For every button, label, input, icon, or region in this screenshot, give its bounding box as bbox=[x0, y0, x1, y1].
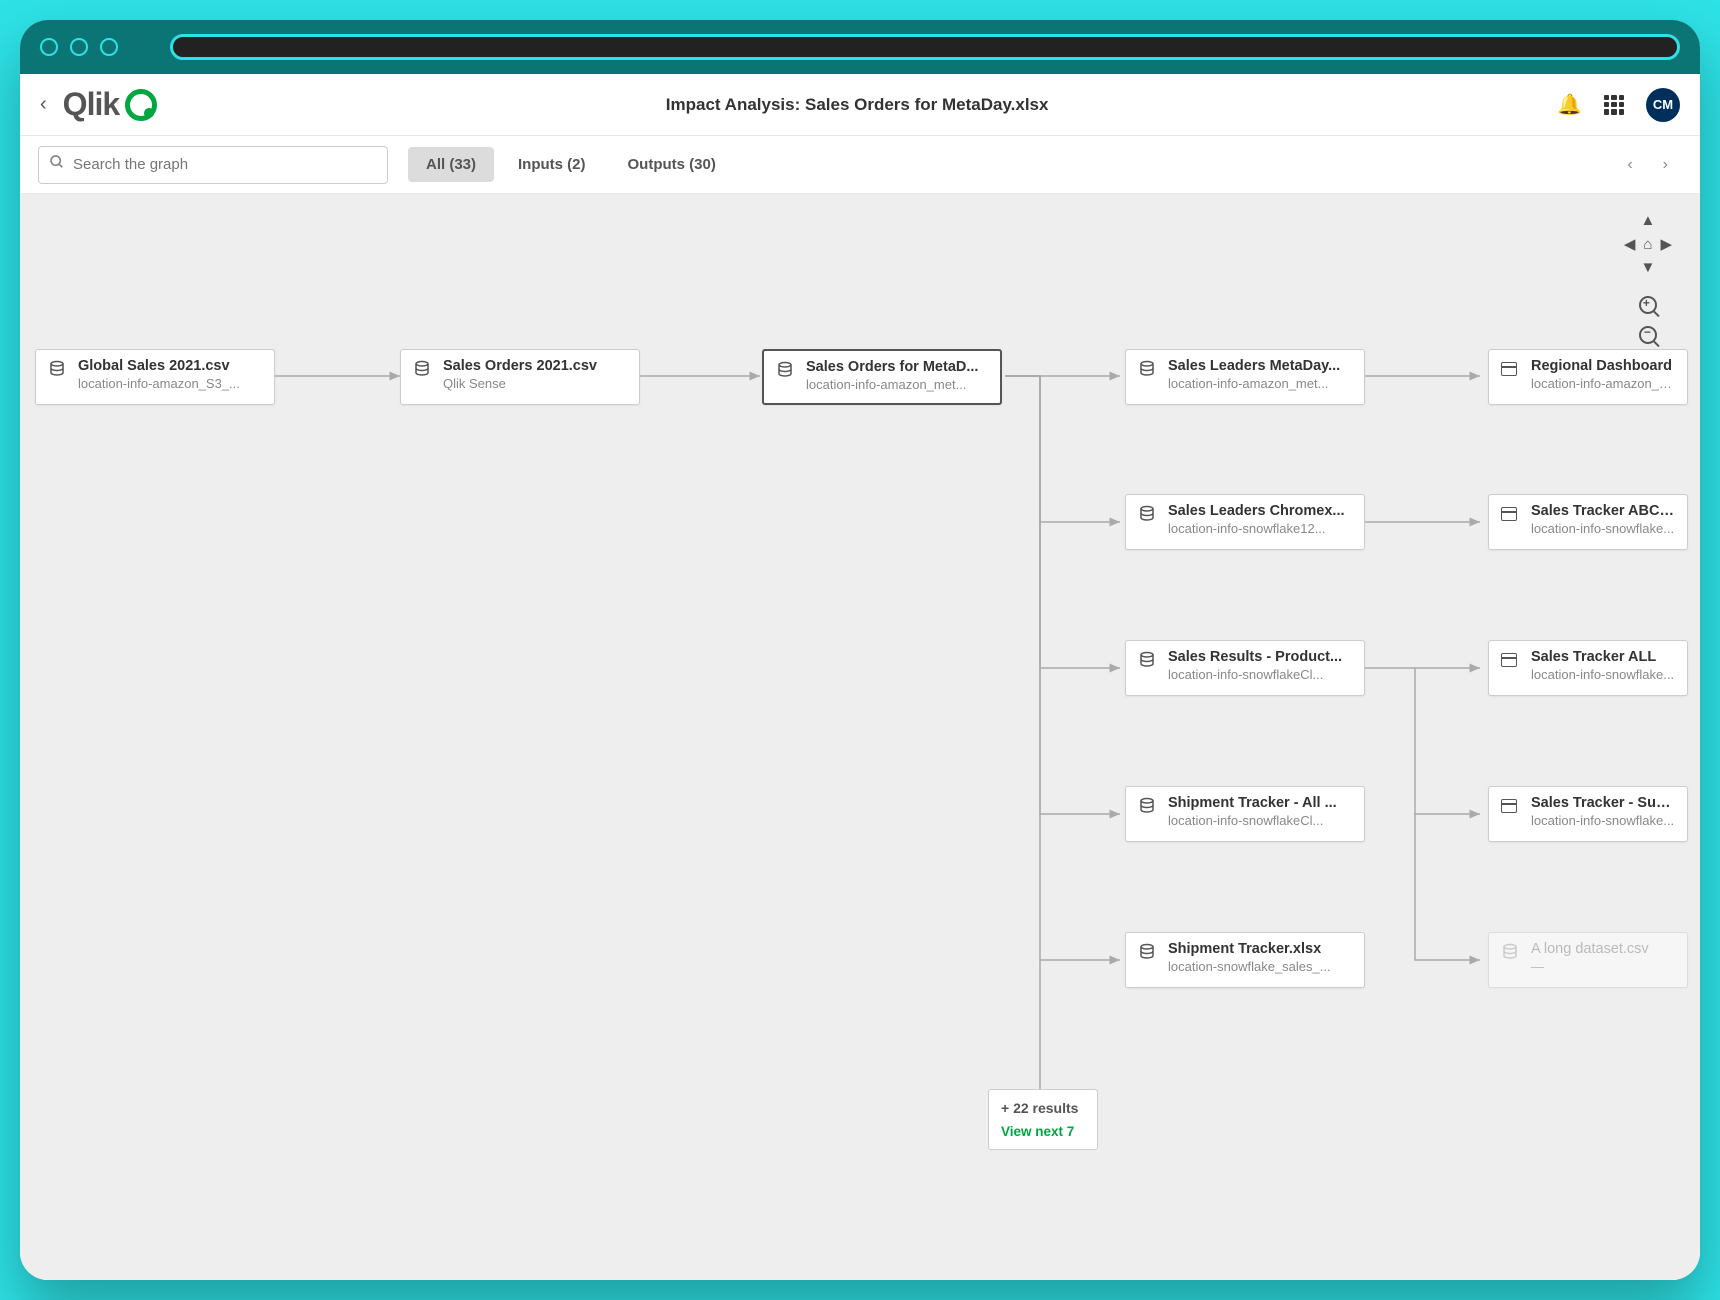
home-button[interactable]: ⌂ bbox=[1643, 236, 1652, 253]
database-icon bbox=[1138, 795, 1158, 833]
back-button[interactable]: ‹ bbox=[40, 93, 47, 116]
dashboard-icon bbox=[1501, 503, 1521, 541]
filter-bar: All (33) Inputs (2) Outputs (30) ‹ › bbox=[20, 136, 1700, 194]
dashboard-icon bbox=[1501, 358, 1521, 396]
search-icon bbox=[49, 154, 65, 175]
dashboard-icon bbox=[1501, 649, 1521, 687]
logo-text: Qlik bbox=[63, 86, 119, 123]
node-title: Shipment Tracker.xlsx bbox=[1168, 941, 1352, 957]
node-shipment-tracker-all[interactable]: Shipment Tracker - All ... location-info-… bbox=[1125, 786, 1365, 842]
search-input[interactable] bbox=[73, 156, 377, 173]
node-subtitle: Qlik Sense bbox=[443, 376, 627, 391]
node-long-dataset[interactable]: A long dataset.csv — bbox=[1488, 932, 1688, 988]
pan-right-button[interactable]: ▶ bbox=[1660, 235, 1672, 253]
node-title: Sales Leaders Chromex... bbox=[1168, 503, 1352, 519]
node-title: Regional Dashboard bbox=[1531, 358, 1675, 374]
search-input-wrapper[interactable] bbox=[38, 146, 388, 184]
title-bar: ‹ Qlik Impact Analysis: Sales Orders for… bbox=[20, 74, 1700, 136]
node-title: Sales Tracker ABC Da... bbox=[1531, 503, 1675, 519]
node-title: Global Sales 2021.csv bbox=[78, 358, 262, 374]
notifications-icon[interactable]: 🔔 bbox=[1557, 92, 1582, 117]
node-subtitle: — bbox=[1531, 959, 1675, 974]
tab-inputs[interactable]: Inputs (2) bbox=[500, 147, 604, 182]
filter-tabs: All (33) Inputs (2) Outputs (30) bbox=[408, 147, 734, 182]
node-subtitle: location-info-amazon_met... bbox=[1168, 376, 1352, 391]
node-sales-leaders-metaday[interactable]: Sales Leaders MetaDay... location-info-am… bbox=[1125, 349, 1365, 405]
database-icon bbox=[1138, 941, 1158, 979]
dashboard-icon bbox=[1501, 795, 1521, 833]
page-title: Impact Analysis: Sales Orders for MetaDa… bbox=[157, 95, 1557, 115]
node-title: Sales Tracker - Sub-P... bbox=[1531, 795, 1675, 811]
node-title: Sales Tracker ALL bbox=[1531, 649, 1675, 665]
node-subtitle: location-info-amazon_met... bbox=[806, 377, 988, 392]
more-results-count: + 22 results bbox=[1001, 1100, 1085, 1116]
node-sales-tracker-sub[interactable]: Sales Tracker - Sub-P... location-info-sn… bbox=[1488, 786, 1688, 842]
zoom-out-button[interactable] bbox=[1639, 326, 1657, 344]
node-regional-dashboard[interactable]: Regional Dashboard location-info-amazon_m… bbox=[1488, 349, 1688, 405]
view-next-link[interactable]: View next 7 bbox=[1001, 1124, 1085, 1139]
pan-down-button[interactable]: ▼ bbox=[1640, 259, 1655, 276]
node-sales-orders-2021[interactable]: Sales Orders 2021.csv Qlik Sense bbox=[400, 349, 640, 405]
database-icon bbox=[1138, 649, 1158, 687]
pan-left-button[interactable]: ◀ bbox=[1624, 235, 1636, 253]
node-subtitle: location-info-snowflakeCl... bbox=[1168, 813, 1352, 828]
node-subtitle: location-snowflake_sales_... bbox=[1168, 959, 1352, 974]
node-title: Sales Orders for MetaD... bbox=[806, 359, 988, 375]
window-control-icon bbox=[70, 38, 88, 56]
zoom-in-button[interactable] bbox=[1639, 296, 1657, 314]
node-subtitle: location-info-snowflake... bbox=[1531, 667, 1675, 682]
nav-next-button[interactable]: › bbox=[1663, 156, 1668, 174]
url-bar[interactable] bbox=[170, 34, 1680, 60]
tab-outputs[interactable]: Outputs (30) bbox=[610, 147, 734, 182]
node-global-sales[interactable]: Global Sales 2021.csv location-info-amaz… bbox=[35, 349, 275, 405]
database-icon bbox=[48, 358, 68, 396]
node-title: Sales Orders 2021.csv bbox=[443, 358, 627, 374]
database-icon bbox=[776, 359, 796, 395]
node-shipment-tracker-xlsx[interactable]: Shipment Tracker.xlsx location-snowflake_… bbox=[1125, 932, 1365, 988]
database-icon bbox=[1138, 503, 1158, 541]
node-subtitle: location-info-snowflake... bbox=[1531, 521, 1675, 536]
node-subtitle: location-info-snowflake... bbox=[1531, 813, 1675, 828]
nav-prev-button[interactable]: ‹ bbox=[1627, 156, 1632, 174]
browser-chrome bbox=[20, 20, 1700, 74]
pan-zoom-controls: ▲ ◀ ⌂ ▶ ▼ bbox=[1624, 212, 1672, 344]
node-subtitle: location-info-amazon_m... bbox=[1531, 376, 1675, 391]
window-control-icon bbox=[40, 38, 58, 56]
node-sales-leaders-chromex[interactable]: Sales Leaders Chromex... location-info-sn… bbox=[1125, 494, 1365, 550]
window-control-icon bbox=[100, 38, 118, 56]
database-icon bbox=[1138, 358, 1158, 396]
database-icon bbox=[1501, 941, 1521, 979]
node-sales-tracker-all[interactable]: Sales Tracker ALL location-info-snowflake… bbox=[1488, 640, 1688, 696]
node-sales-results-product[interactable]: Sales Results - Product... location-info-… bbox=[1125, 640, 1365, 696]
logo[interactable]: Qlik bbox=[63, 86, 157, 123]
app-launcher-icon[interactable] bbox=[1604, 95, 1624, 115]
node-subtitle: location-info-snowflake12... bbox=[1168, 521, 1352, 536]
node-subtitle: location-info-snowflakeCl... bbox=[1168, 667, 1352, 682]
graph-canvas[interactable]: ▲ ◀ ⌂ ▶ ▼ bbox=[20, 194, 1700, 1280]
node-title: Sales Results - Product... bbox=[1168, 649, 1352, 665]
node-subtitle: location-info-amazon_S3_... bbox=[78, 376, 262, 391]
database-icon bbox=[413, 358, 433, 396]
node-title: Sales Leaders MetaDay... bbox=[1168, 358, 1352, 374]
logo-q-icon bbox=[125, 89, 157, 121]
more-results-box: + 22 results View next 7 bbox=[988, 1089, 1098, 1150]
tab-all[interactable]: All (33) bbox=[408, 147, 494, 182]
avatar[interactable]: CM bbox=[1646, 88, 1680, 122]
node-title: Shipment Tracker - All ... bbox=[1168, 795, 1352, 811]
node-sales-orders-metaday[interactable]: Sales Orders for MetaD... location-info-… bbox=[762, 349, 1002, 405]
pan-up-button[interactable]: ▲ bbox=[1640, 212, 1655, 229]
node-title: A long dataset.csv bbox=[1531, 941, 1675, 957]
node-sales-tracker-abc[interactable]: Sales Tracker ABC Da... location-info-sno… bbox=[1488, 494, 1688, 550]
